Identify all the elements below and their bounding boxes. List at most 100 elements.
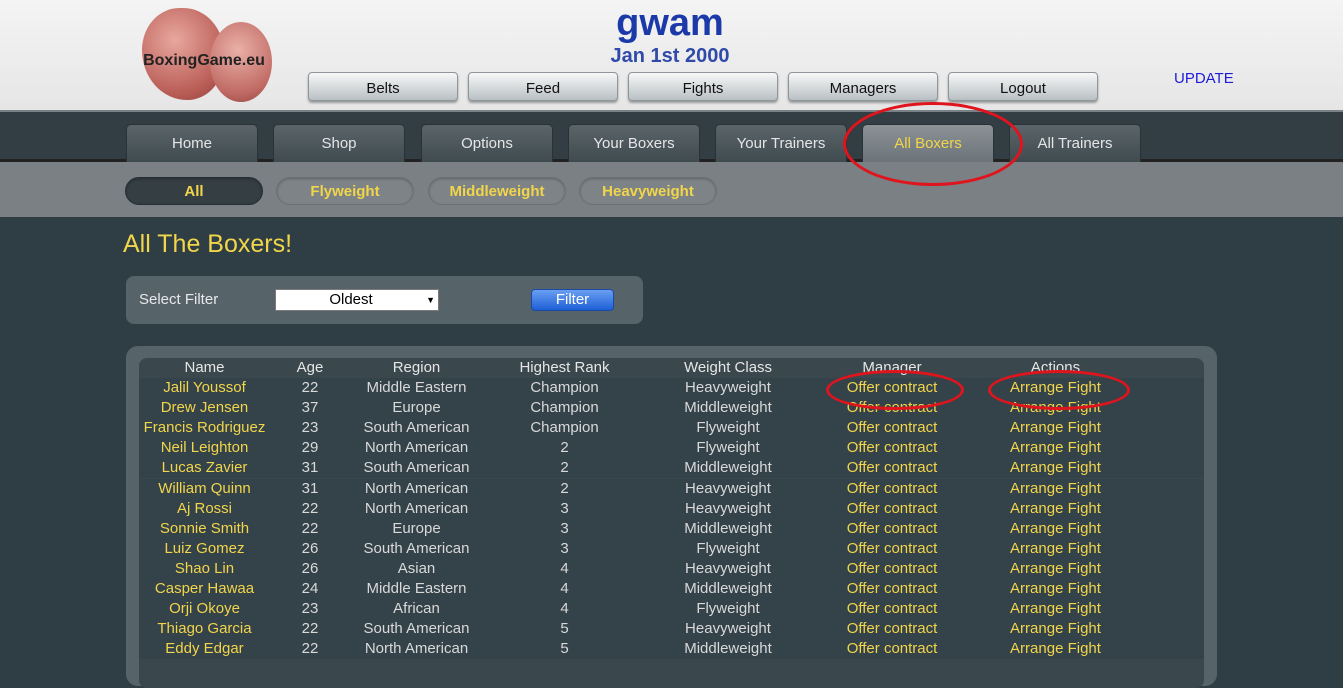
arrange-fight-link[interactable]: Arrange Fight bbox=[974, 418, 1137, 438]
arrange-fight-link[interactable]: Arrange Fight bbox=[974, 479, 1137, 499]
tab-your-boxers[interactable]: Your Boxers bbox=[568, 124, 700, 162]
table-row: Eddy Edgar 22 North American 5 Middleweight O… bbox=[139, 639, 1204, 660]
tab-your-trainers[interactable]: Your Trainers bbox=[715, 124, 847, 162]
tab-options[interactable]: Options bbox=[421, 124, 553, 162]
offer-contract-link[interactable]: Offer contract bbox=[810, 539, 974, 559]
pill-flyweight[interactable]: Flyweight bbox=[276, 177, 414, 205]
offer-contract-link[interactable]: Offer contract bbox=[810, 579, 974, 599]
managers-button[interactable]: Managers bbox=[788, 72, 938, 101]
table-row: Shao Lin 26 Asian 4 Heavyweight Offer contrac… bbox=[139, 558, 1204, 579]
cell-age: 23 bbox=[301, 419, 319, 437]
col-highest-rank: Highest Rank bbox=[519, 359, 610, 376]
cell-weight-class: Flyweight bbox=[696, 439, 760, 457]
filter-label: Select Filter bbox=[139, 291, 219, 308]
logout-button[interactable]: Logout bbox=[948, 72, 1098, 101]
tab-shop[interactable]: Shop bbox=[273, 124, 405, 162]
pill-all[interactable]: All bbox=[125, 177, 263, 205]
table-row: Drew Jensen 37 Europe Champion Middleweight O… bbox=[139, 398, 1204, 419]
arrange-fight-link[interactable]: Arrange Fight bbox=[974, 579, 1137, 599]
offer-contract-link[interactable]: Offer contract bbox=[810, 458, 974, 478]
offer-contract-link[interactable]: Offer contract bbox=[810, 398, 974, 418]
cell-name[interactable]: Shao Lin bbox=[139, 559, 270, 579]
tab-all-trainers[interactable]: All Trainers bbox=[1009, 124, 1141, 162]
cell-name[interactable]: Aj Rossi bbox=[139, 499, 270, 519]
table-row: Neil Leighton 29 North American 2 Flyweight O… bbox=[139, 438, 1204, 459]
site-header: BoxingGame.eu gwam Jan 1st 2000 Belts Fe… bbox=[0, 0, 1343, 110]
belts-button[interactable]: Belts bbox=[308, 72, 458, 101]
cell-highest-rank: 3 bbox=[560, 519, 569, 537]
arrange-fight-link[interactable]: Arrange Fight bbox=[974, 539, 1137, 559]
arrange-fight-link[interactable]: Arrange Fight bbox=[974, 398, 1137, 418]
cell-name[interactable]: Lucas Zavier bbox=[139, 458, 270, 478]
cell-region: South American bbox=[363, 539, 470, 557]
offer-contract-link[interactable]: Offer contract bbox=[810, 499, 974, 519]
cell-weight-class: Flyweight bbox=[696, 539, 760, 557]
cell-weight-class: Middleweight bbox=[684, 640, 772, 658]
feed-button[interactable]: Feed bbox=[468, 72, 618, 101]
cell-age: 22 bbox=[301, 379, 319, 396]
offer-contract-link[interactable]: Offer contract bbox=[810, 378, 974, 398]
filter-select[interactable]: Oldest ▼ bbox=[275, 289, 439, 311]
cell-name[interactable]: Neil Leighton bbox=[139, 438, 270, 458]
offer-contract-link[interactable]: Offer contract bbox=[810, 418, 974, 438]
cell-age: 22 bbox=[301, 499, 319, 517]
table-row: Orji Okoye 23 African 4 Flyweight Offer contr… bbox=[139, 599, 1204, 620]
table-row: Aj Rossi 22 North American 3 Heavyweight Offe… bbox=[139, 498, 1204, 519]
cell-name[interactable]: Casper Hawaa bbox=[139, 579, 270, 599]
cell-weight-class: Flyweight bbox=[696, 600, 760, 618]
cell-name[interactable]: Drew Jensen bbox=[139, 398, 270, 418]
offer-contract-link[interactable]: Offer contract bbox=[810, 639, 974, 659]
cell-weight-class: Heavyweight bbox=[685, 479, 771, 497]
site-logo[interactable]: BoxingGame.eu bbox=[128, 4, 280, 104]
cell-highest-rank: 3 bbox=[560, 539, 569, 557]
cell-region: South American bbox=[363, 419, 470, 437]
cell-name[interactable]: Francis Rodriguez bbox=[139, 418, 270, 438]
cell-age: 22 bbox=[301, 640, 319, 658]
col-manager: Manager bbox=[862, 359, 922, 376]
offer-contract-link[interactable]: Offer contract bbox=[810, 479, 974, 499]
arrange-fight-link[interactable]: Arrange Fight bbox=[974, 378, 1137, 398]
arrange-fight-link[interactable]: Arrange Fight bbox=[974, 639, 1137, 659]
arrange-fight-link[interactable]: Arrange Fight bbox=[974, 438, 1137, 458]
main-nav: Home Shop Options Your Boxers Your Train… bbox=[0, 110, 1343, 162]
cell-name[interactable]: Eddy Edgar bbox=[139, 639, 270, 659]
table-row: Casper Hawaa 24 Middle Eastern 4 Middleweigh… bbox=[139, 579, 1204, 599]
cell-region: Europe bbox=[392, 519, 441, 537]
cell-region: Europe bbox=[392, 399, 441, 417]
arrange-fight-link[interactable]: Arrange Fight bbox=[974, 559, 1137, 579]
arrange-fight-link[interactable]: Arrange Fight bbox=[974, 458, 1137, 478]
cell-region: Asian bbox=[397, 559, 436, 577]
update-link[interactable]: UPDATE bbox=[1174, 70, 1234, 87]
cell-highest-rank: 4 bbox=[560, 600, 569, 618]
offer-contract-link[interactable]: Offer contract bbox=[810, 519, 974, 539]
boxers-table-panel: Name Age Region Highest Rank Weight Clas… bbox=[126, 346, 1217, 688]
arrange-fight-link[interactable]: Arrange Fight bbox=[974, 519, 1137, 539]
cell-age: 23 bbox=[301, 600, 319, 618]
pill-middleweight[interactable]: Middleweight bbox=[428, 177, 566, 205]
logo-text: BoxingGame.eu bbox=[143, 52, 265, 69]
filter-button[interactable]: Filter bbox=[531, 289, 614, 311]
cell-name[interactable]: Orji Okoye bbox=[139, 599, 270, 619]
tab-all-boxers[interactable]: All Boxers bbox=[862, 124, 994, 162]
offer-contract-link[interactable]: Offer contract bbox=[810, 438, 974, 458]
offer-contract-link[interactable]: Offer contract bbox=[810, 599, 974, 619]
pill-heavyweight[interactable]: Heavyweight bbox=[579, 177, 717, 205]
col-name: Name bbox=[184, 359, 225, 376]
fights-button[interactable]: Fights bbox=[628, 72, 778, 101]
cell-name[interactable]: William Quinn bbox=[139, 479, 270, 499]
tab-home[interactable]: Home bbox=[126, 124, 258, 162]
offer-contract-link[interactable]: Offer contract bbox=[810, 559, 974, 579]
table-row: William Quinn 31 North American 2 Heavyweigh… bbox=[139, 478, 1204, 499]
arrange-fight-link[interactable]: Arrange Fight bbox=[974, 499, 1137, 519]
cell-highest-rank: 5 bbox=[560, 640, 569, 658]
cell-weight-class: Middleweight bbox=[684, 519, 772, 537]
cell-age: 31 bbox=[301, 479, 319, 497]
cell-name[interactable]: Luiz Gomez bbox=[139, 539, 270, 559]
offer-contract-link[interactable]: Offer contract bbox=[810, 619, 974, 639]
cell-name[interactable]: Sonnie Smith bbox=[139, 519, 270, 539]
cell-name[interactable]: Jalil Youssof bbox=[139, 378, 270, 398]
cell-weight-class: Middleweight bbox=[684, 580, 772, 597]
arrange-fight-link[interactable]: Arrange Fight bbox=[974, 599, 1137, 619]
cell-name[interactable]: Thiago Garcia bbox=[139, 619, 270, 639]
arrange-fight-link[interactable]: Arrange Fight bbox=[974, 619, 1137, 639]
